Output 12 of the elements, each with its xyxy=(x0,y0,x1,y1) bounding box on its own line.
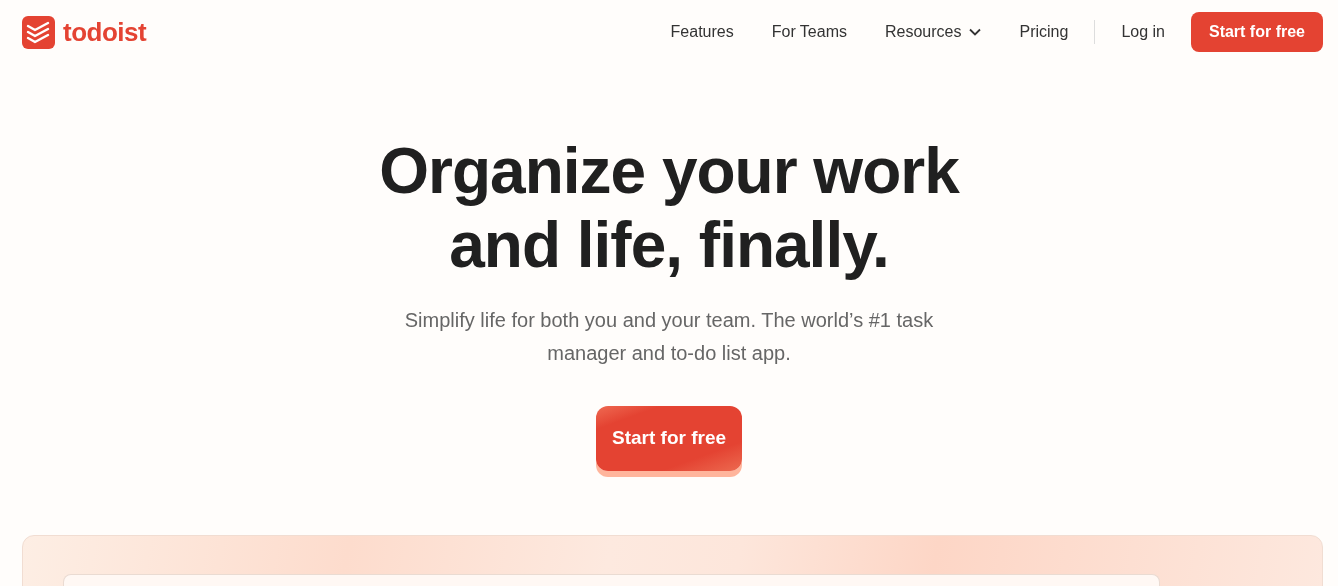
nav-dropdown[interactable]: Resources xyxy=(885,20,982,44)
logo[interactable]: todoist xyxy=(22,12,147,52)
headline: Organize your work and life, finally. xyxy=(379,134,959,282)
brand-name: todoist xyxy=(63,15,147,49)
subtitle: Simplify life for both you and your team. The world’s #1 task manager and to-do list app. xyxy=(403,308,935,366)
chevron-down-icon xyxy=(969,28,982,36)
nav-link[interactable]: For Teams xyxy=(771,20,847,44)
start-for-free-button[interactable]: Start for free xyxy=(1190,12,1323,52)
nav-link[interactable]: Pricing xyxy=(1019,20,1069,44)
logo-icon xyxy=(22,15,55,49)
nav-link[interactable]: Features xyxy=(670,20,734,44)
login-link[interactable]: Log in xyxy=(1121,20,1165,44)
